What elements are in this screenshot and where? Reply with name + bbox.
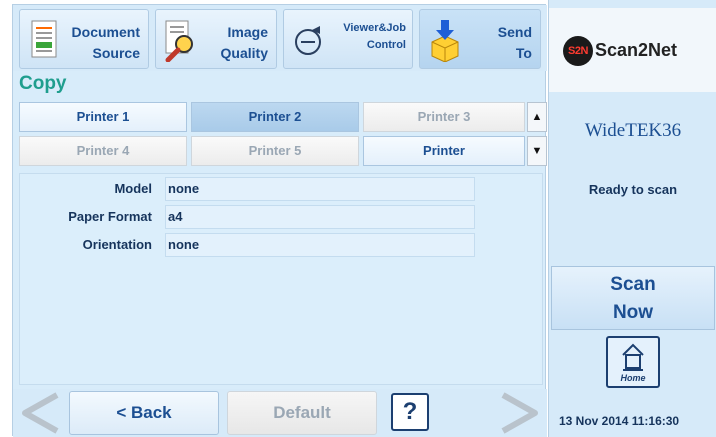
property-value: a4 [165, 205, 475, 229]
viewer-job-control-line2: Control [366, 39, 406, 51]
datetime: 13 Nov 2014 11:16:30 [559, 414, 680, 428]
property-label: Paper Format [68, 209, 152, 224]
logo-area: S2N Scan2Net [549, 8, 716, 92]
status-text: Ready to scan [588, 182, 678, 197]
send-to-line2: To [515, 45, 532, 61]
tab-printer-1[interactable]: Printer 1 [19, 102, 187, 132]
magnifier-icon [165, 20, 193, 62]
viewer-control-icon [295, 26, 321, 55]
scan-now-button[interactable]: Scan Now [551, 266, 715, 330]
image-quality-line2: Quality [220, 45, 268, 61]
tab-printer-3: Printer 3 [363, 102, 525, 132]
property-value: none [165, 233, 475, 257]
tab-printer-2[interactable]: Printer 2 [191, 102, 359, 132]
prev-arrow-icon [22, 392, 59, 434]
document-source-line2: Source [92, 45, 140, 61]
viewer-job-control-line1: Viewer&Job [343, 22, 406, 34]
send-to-line1: Send [497, 24, 532, 40]
property-label: Orientation [82, 237, 152, 252]
home-label: Home [620, 373, 646, 383]
status-sidebar: S2N Scan2Net WideTEK36 Ready to scan Sca… [548, 0, 716, 437]
scan-now-line2: Now [612, 302, 654, 323]
screen: Document Source Image Quality Viewer&Job… [0, 0, 716, 437]
document-icon [31, 20, 57, 58]
document-source-button[interactable]: Document Source [19, 9, 149, 69]
printer-properties: Model none Paper Format a4 Orientation n… [19, 173, 543, 385]
property-row: Model none [20, 176, 544, 202]
device-name: WideTEK36 [584, 120, 682, 141]
image-quality-line1: Image [227, 24, 268, 40]
help-button[interactable]: ? [391, 393, 429, 431]
document-source-line1: Document [71, 24, 140, 40]
viewer-job-control-button[interactable]: Viewer&Job Control [283, 9, 413, 69]
property-label: Model [114, 181, 152, 196]
default-button: Default [227, 391, 377, 435]
tab-printer[interactable]: Printer [363, 136, 525, 166]
scroll-down-button[interactable]: ▼ [527, 136, 547, 166]
logo-text: Scan2Net [595, 40, 678, 60]
document-source-label: Document Source [72, 22, 140, 64]
page-title: Copy [19, 73, 67, 94]
viewer-job-control-label: Viewer&Job Control [343, 20, 406, 54]
send-box-icon [431, 20, 459, 62]
scan2net-logo-icon: S2N [563, 36, 593, 66]
back-button[interactable]: < Back [69, 391, 219, 435]
property-row: Paper Format a4 [20, 204, 544, 230]
tab-printer-5: Printer 5 [191, 136, 359, 166]
main-panel: Document Source Image Quality Viewer&Job… [12, 4, 547, 437]
property-value: none [165, 177, 475, 201]
image-quality-button[interactable]: Image Quality [155, 9, 277, 69]
tab-printer-4: Printer 4 [19, 136, 187, 166]
scroll-up-button[interactable]: ▲ [527, 102, 547, 132]
top-toolbar: Document Source Image Quality Viewer&Job… [13, 5, 547, 71]
bottom-bar: < Back Default ? [13, 389, 547, 437]
next-arrow-icon [501, 392, 538, 434]
property-row: Orientation none [20, 232, 544, 258]
send-to-label: Send To [498, 22, 532, 64]
home-button[interactable]: Home [606, 336, 660, 388]
image-quality-label: Image Quality [221, 22, 268, 64]
send-to-button[interactable]: Send To [419, 9, 541, 69]
home-icon [622, 343, 644, 371]
scan-now-line1: Scan [610, 274, 656, 295]
